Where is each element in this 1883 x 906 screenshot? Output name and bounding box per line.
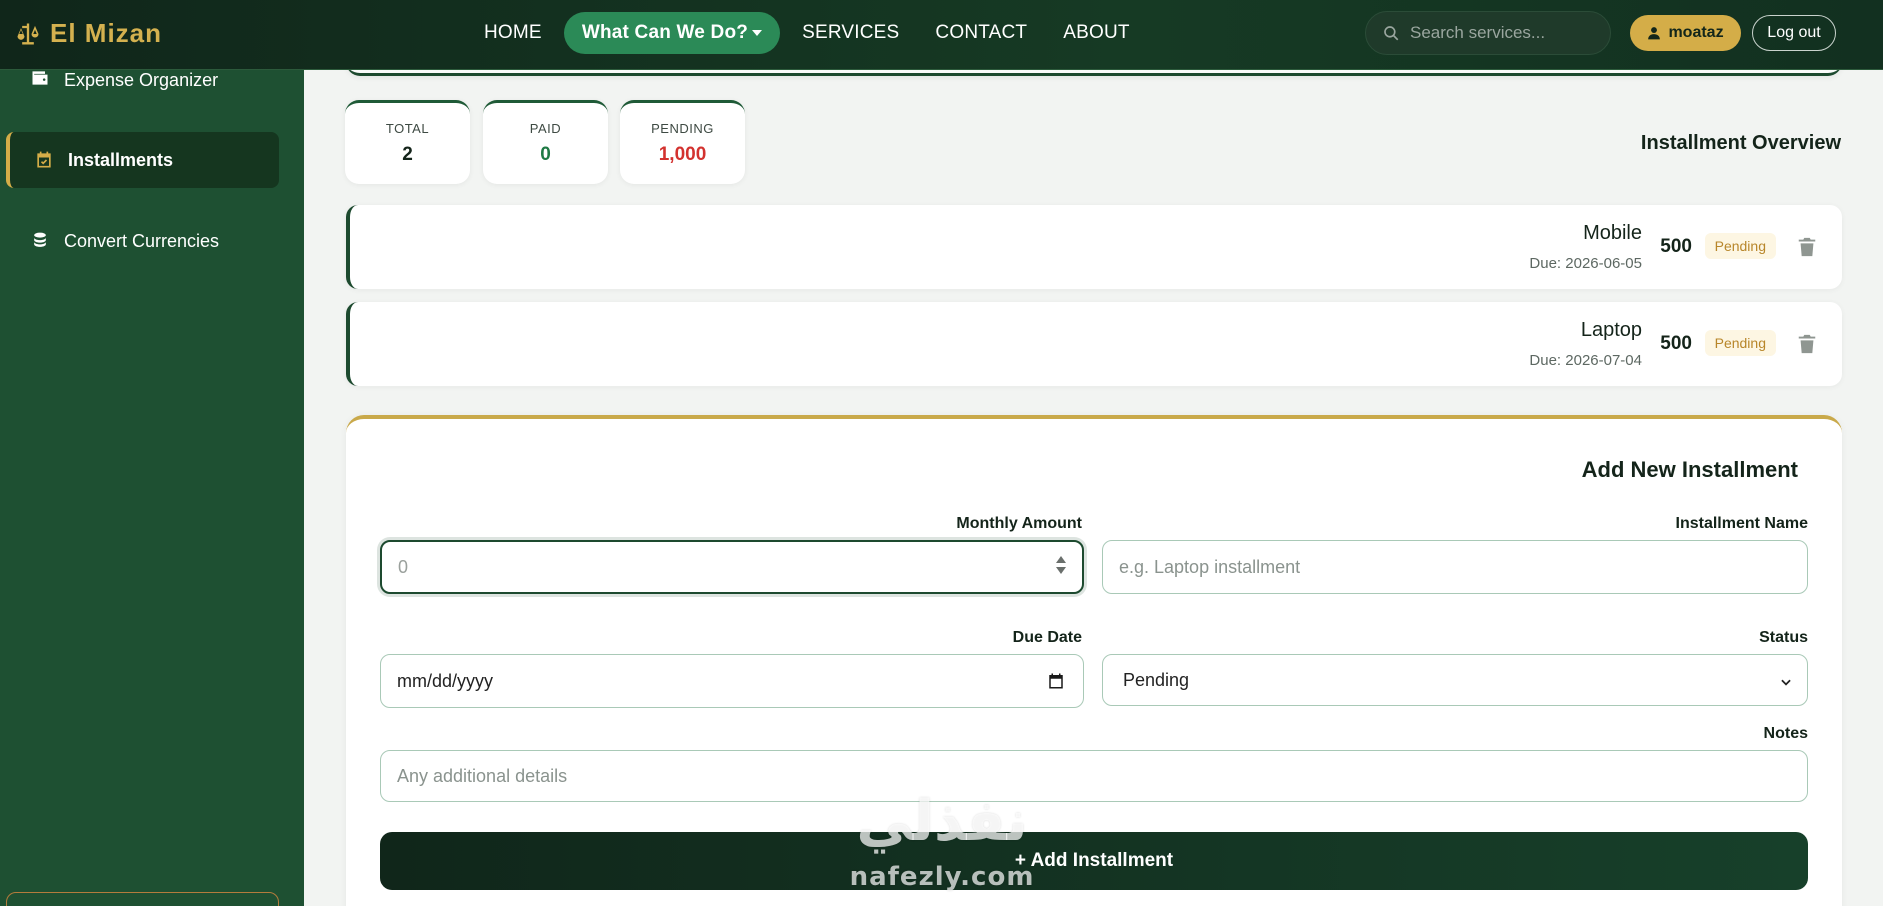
stat-value: 1,000	[658, 144, 707, 165]
scale-icon	[17, 23, 39, 44]
main-nav: HOME What Can We Do? SERVICES CONTACT AB…	[466, 12, 1148, 54]
form-title: Add New Installment	[1581, 457, 1798, 482]
search-input[interactable]	[1410, 23, 1600, 43]
number-stepper[interactable]	[1056, 556, 1066, 574]
monthly-amount-value: 0	[398, 556, 409, 577]
installment-amount: 500	[1660, 333, 1692, 354]
status-selected-value: Pending	[1123, 669, 1190, 690]
due-date-placeholder: mm/dd/yyyy	[397, 670, 494, 691]
installment-name: Laptop	[1580, 319, 1642, 341]
brand-name: El Mizan	[50, 18, 163, 48]
section-title: Installment Overview	[1640, 132, 1841, 154]
notes-input[interactable]: Any additional details	[380, 750, 1808, 802]
due-date-label: Due Date	[1012, 629, 1082, 646]
monthly-amount-label: Monthly Amount	[956, 515, 1082, 532]
stat-value: 0	[540, 144, 551, 165]
add-installment-form: Add New Installment Monthly Amount 0 Ins…	[346, 415, 1842, 906]
stepper-up-icon[interactable]	[1056, 556, 1066, 563]
installment-due-date: Due: 2026-06-05	[1529, 255, 1642, 272]
status-select[interactable]: Pending	[1102, 654, 1808, 706]
nav-contact[interactable]: CONTACT	[917, 12, 1045, 54]
monthly-amount-input[interactable]: 0	[380, 540, 1084, 594]
coins-icon	[34, 232, 46, 247]
add-installment-button[interactable]: + Add Installment	[380, 832, 1808, 890]
nav-home[interactable]: HOME	[466, 12, 560, 54]
sidebar-item-expense-organizer[interactable]: Expense Organizer	[6, 70, 279, 90]
trash-icon[interactable]	[1796, 332, 1818, 356]
user-button[interactable]: moataz	[1630, 15, 1741, 51]
brand-logo[interactable]: El Mizan	[14, 18, 162, 49]
stat-card-pending: PENDING 1,000	[620, 100, 745, 184]
logout-button[interactable]: Log out	[1752, 15, 1836, 51]
sidebar-footer-button[interactable]	[6, 892, 279, 906]
stat-label: PAID	[529, 121, 562, 136]
user-icon	[1648, 27, 1661, 40]
notes-label: Notes	[1763, 725, 1808, 742]
search-box	[1365, 11, 1611, 55]
status-badge: Pending	[1704, 330, 1776, 356]
stat-card-paid: PAID 0	[483, 100, 608, 184]
installment-amount: 500	[1660, 236, 1692, 257]
installment-card: Laptop Due: 2026-07-04 500 Pending	[346, 302, 1842, 386]
installment-name-label: Installment Name	[1675, 515, 1808, 532]
nav-services[interactable]: SERVICES	[784, 12, 917, 54]
installment-name: Mobile	[1583, 222, 1642, 244]
status-badge: Pending	[1704, 233, 1776, 259]
due-date-input[interactable]: mm/dd/yyyy	[380, 654, 1084, 708]
main-content: TOTAL 2 PAID 0 PENDING 1,000 Installment…	[304, 62, 1883, 906]
sidebar-item-installments[interactable]: Installments	[6, 132, 279, 188]
calendar-icon	[37, 151, 51, 168]
top-navbar: El Mizan HOME What Can We Do? SERVICES C…	[0, 0, 1883, 70]
sidebar-item-label: Convert Currencies	[64, 230, 220, 251]
stepper-down-icon[interactable]	[1056, 567, 1066, 574]
trash-icon[interactable]	[1796, 235, 1818, 259]
caret-down-icon	[752, 29, 763, 36]
sidebar-item-label: Installments	[68, 149, 174, 170]
nav-about[interactable]: ABOUT	[1045, 12, 1147, 54]
installment-card: Mobile Due: 2026-06-05 500 Pending	[346, 205, 1842, 289]
stat-value: 2	[402, 144, 413, 165]
sidebar: Expense Organizer Installments Convert C…	[0, 70, 304, 906]
sidebar-item-label: Expense Organizer	[64, 70, 219, 90]
chevron-down-icon	[1781, 679, 1791, 686]
user-name: moataz	[1668, 24, 1724, 41]
installment-due-date: Due: 2026-07-04	[1529, 352, 1642, 369]
notes-placeholder: Any additional details	[397, 765, 568, 786]
calendar-icon[interactable]	[1047, 672, 1065, 690]
stat-label: TOTAL	[385, 121, 430, 136]
nav-what-can-we-do[interactable]: What Can We Do?	[563, 12, 781, 54]
sidebar-item-convert-currencies[interactable]: Convert Currencies	[6, 213, 279, 269]
stat-card-total: TOTAL 2	[345, 100, 470, 184]
search-icon	[1384, 26, 1399, 41]
stat-label: PENDING	[651, 121, 714, 136]
installment-name-placeholder: e.g. Laptop installment	[1119, 556, 1301, 577]
nav-what-can-we-do-label: What Can We Do?	[581, 22, 749, 43]
wallet-icon	[32, 71, 48, 85]
status-label: Status	[1759, 629, 1808, 646]
installment-name-input[interactable]: e.g. Laptop installment	[1102, 540, 1808, 594]
